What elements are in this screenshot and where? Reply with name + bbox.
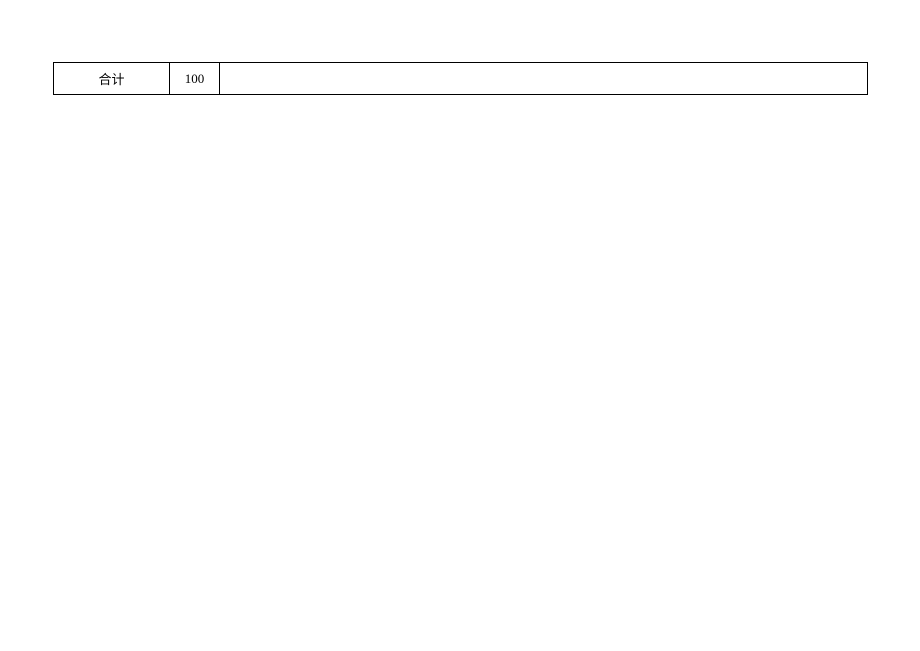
total-value-cell: 100 <box>170 63 220 94</box>
total-label: 合计 <box>98 69 124 88</box>
total-label-cell: 合计 <box>54 63 170 94</box>
total-extra-cell <box>220 63 867 94</box>
total-value: 100 <box>185 71 205 87</box>
table-row: 合计 100 <box>53 62 868 95</box>
